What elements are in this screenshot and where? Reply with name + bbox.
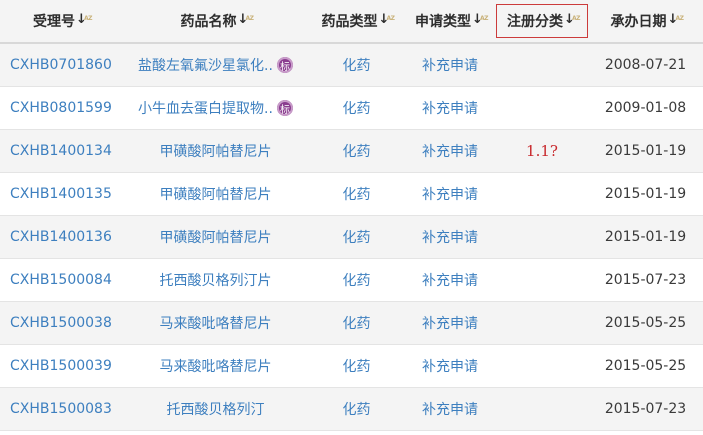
column-header-app-type[interactable]: 申请类型 ↓ AZ xyxy=(404,0,496,44)
column-header-reg-class-label: 注册分类 xyxy=(507,14,563,30)
registration-class-cell xyxy=(496,86,588,130)
application-type-link[interactable]: 补充申请 xyxy=(404,387,496,431)
table-row: CXHB0701860 盐酸左氧氟沙星氯化.. 标 化药 补充申请 2008-0… xyxy=(0,43,703,87)
sort-az-icon: AZ xyxy=(386,15,396,22)
handling-date-cell: 2015-01-19 xyxy=(588,172,703,216)
sort-az-icon: AZ xyxy=(480,15,489,22)
drug-type-link[interactable]: 化药 xyxy=(309,301,404,345)
column-header-app-type-label: 申请类型 xyxy=(415,14,471,30)
registration-class-cell xyxy=(496,172,588,216)
sort-icon[interactable]: ↓ AZ xyxy=(668,13,685,28)
application-type-link[interactable]: 补充申请 xyxy=(404,129,496,173)
header-row: 受理号 ↓ AZ 药品名称 ↓ AZ 药品类型 ↓ AZ 申请类型 ↓ AZ 注… xyxy=(0,0,703,44)
sort-icon[interactable]: ↓ AZ xyxy=(238,13,255,28)
drug-name-link[interactable]: 甲磺酸阿帕替尼片 xyxy=(122,215,309,259)
drug-type-link[interactable]: 化药 xyxy=(309,215,404,259)
table-row: CXHB1500039 马来酸吡咯替尼片 化药 补充申请 2015-05-25 xyxy=(0,344,703,388)
drug-type-link[interactable]: 化药 xyxy=(309,172,404,216)
sort-icon[interactable]: ↓ AZ xyxy=(472,13,489,28)
registration-class-cell xyxy=(496,301,588,345)
sort-icon[interactable]: ↓ AZ xyxy=(76,13,93,28)
registration-class-cell xyxy=(496,258,588,302)
highlight-box: 注册分类 ↓ AZ xyxy=(496,4,588,38)
registration-class-cell xyxy=(496,215,588,259)
handling-date-cell: 2015-01-19 xyxy=(588,129,703,173)
column-header-name-label: 药品名称 xyxy=(180,14,237,30)
application-type-link[interactable]: 补充申请 xyxy=(404,86,496,130)
table-row: CXHB1500038 马来酸吡咯替尼片 化药 补充申请 2015-05-25 xyxy=(0,301,703,345)
acceptance-number-link[interactable]: CXHB1400135 xyxy=(0,172,122,216)
handling-date-cell: 2008-07-21 xyxy=(588,43,703,87)
application-type-link[interactable]: 补充申请 xyxy=(404,172,496,216)
drug-type-link[interactable]: 化药 xyxy=(309,129,404,173)
drug-name-link[interactable]: 小牛血去蛋白提取物.. xyxy=(138,98,273,118)
application-type-link[interactable]: 补充申请 xyxy=(404,344,496,388)
sort-az-icon: AZ xyxy=(675,15,685,22)
registration-class-cell xyxy=(496,43,588,87)
column-header-date-label: 承办日期 xyxy=(610,14,667,30)
drug-name-cell: 盐酸左氧氟沙星氯化.. 标 xyxy=(122,43,309,87)
column-header-drug-type[interactable]: 药品类型 ↓ AZ xyxy=(309,0,404,44)
column-header-reg-class[interactable]: 注册分类 ↓ AZ xyxy=(496,0,588,44)
acceptance-number-link[interactable]: CXHB1500084 xyxy=(0,258,122,302)
handling-date-cell: 2015-07-23 xyxy=(588,258,703,302)
drug-name-link[interactable]: 马来酸吡咯替尼片 xyxy=(122,301,309,345)
registration-class-cell xyxy=(496,387,588,431)
drug-type-link[interactable]: 化药 xyxy=(309,43,404,87)
sort-az-icon: AZ xyxy=(245,15,255,22)
column-header-drug-type-label: 药品类型 xyxy=(321,14,378,30)
drug-name-link[interactable]: 盐酸左氧氟沙星氯化.. xyxy=(138,55,273,75)
table-row: CXHB1400136 甲磺酸阿帕替尼片 化药 补充申请 2015-01-19 xyxy=(0,215,703,259)
handling-date-cell: 2015-05-25 xyxy=(588,301,703,345)
table-row: CXHB0801599 小牛血去蛋白提取物.. 标 化药 补充申请 2009-0… xyxy=(0,86,703,130)
drug-type-link[interactable]: 化药 xyxy=(309,387,404,431)
drug-type-link[interactable]: 化药 xyxy=(309,258,404,302)
drug-name-link[interactable]: 甲磺酸阿帕替尼片 xyxy=(122,172,309,216)
drug-type-link[interactable]: 化药 xyxy=(309,344,404,388)
standard-badge-icon[interactable]: 标 xyxy=(276,57,293,73)
table-row: CXHB1400134 甲磺酸阿帕替尼片 化药 补充申请 1.1? 2015-0… xyxy=(0,129,703,173)
table-row: CXHB1500084 托西酸贝格列汀片 化药 补充申请 2015-07-23 xyxy=(0,258,703,302)
drug-name-link[interactable]: 托西酸贝格列汀片 xyxy=(122,258,309,302)
acceptance-number-link[interactable]: CXHB1500039 xyxy=(0,344,122,388)
handling-date-cell: 2009-01-08 xyxy=(588,86,703,130)
acceptance-number-link[interactable]: CXHB1500038 xyxy=(0,301,122,345)
acceptance-number-link[interactable]: CXHB0701860 xyxy=(0,43,122,87)
sort-az-icon: AZ xyxy=(572,15,581,22)
registration-class-cell xyxy=(496,344,588,388)
table-body: CXHB0701860 盐酸左氧氟沙星氯化.. 标 化药 补充申请 2008-0… xyxy=(0,43,703,431)
standard-badge-icon[interactable]: 标 xyxy=(276,100,293,116)
acceptance-number-link[interactable]: CXHB1400134 xyxy=(0,129,122,173)
sort-icon[interactable]: ↓ AZ xyxy=(564,13,581,28)
column-header-date[interactable]: 承办日期 ↓ AZ xyxy=(588,0,703,44)
table-header: 受理号 ↓ AZ 药品名称 ↓ AZ 药品类型 ↓ AZ 申请类型 ↓ AZ 注… xyxy=(0,0,703,44)
drug-name-cell: 小牛血去蛋白提取物.. 标 xyxy=(122,86,309,130)
column-header-name[interactable]: 药品名称 ↓ AZ xyxy=(122,0,309,44)
handling-date-cell: 2015-01-19 xyxy=(588,215,703,259)
sort-az-icon: AZ xyxy=(84,15,93,22)
drug-type-link[interactable]: 化药 xyxy=(309,86,404,130)
acceptance-number-link[interactable]: CXHB1400136 xyxy=(0,215,122,259)
column-header-id[interactable]: 受理号 ↓ AZ xyxy=(0,0,122,44)
acceptance-number-link[interactable]: CXHB0801599 xyxy=(0,86,122,130)
drug-name-link[interactable]: 甲磺酸阿帕替尼片 xyxy=(122,129,309,173)
application-type-link[interactable]: 补充申请 xyxy=(404,215,496,259)
drug-name-link[interactable]: 马来酸吡咯替尼片 xyxy=(122,344,309,388)
drug-application-table: 受理号 ↓ AZ 药品名称 ↓ AZ 药品类型 ↓ AZ 申请类型 ↓ AZ 注… xyxy=(0,0,703,431)
application-type-link[interactable]: 补充申请 xyxy=(404,258,496,302)
table-row: CXHB1500083 托西酸贝格列汀 化药 补充申请 2015-07-23 xyxy=(0,387,703,431)
handling-date-cell: 2015-07-23 xyxy=(588,387,703,431)
acceptance-number-link[interactable]: CXHB1500083 xyxy=(0,387,122,431)
column-header-id-label: 受理号 xyxy=(33,14,75,30)
handling-date-cell: 2015-05-25 xyxy=(588,344,703,388)
application-type-link[interactable]: 补充申请 xyxy=(404,43,496,87)
sort-icon[interactable]: ↓ AZ xyxy=(379,13,396,28)
application-type-link[interactable]: 补充申请 xyxy=(404,301,496,345)
table-row: CXHB1400135 甲磺酸阿帕替尼片 化药 补充申请 2015-01-19 xyxy=(0,172,703,216)
drug-name-link[interactable]: 托西酸贝格列汀 xyxy=(122,387,309,431)
registration-class-annotation: 1.1? xyxy=(496,129,588,173)
